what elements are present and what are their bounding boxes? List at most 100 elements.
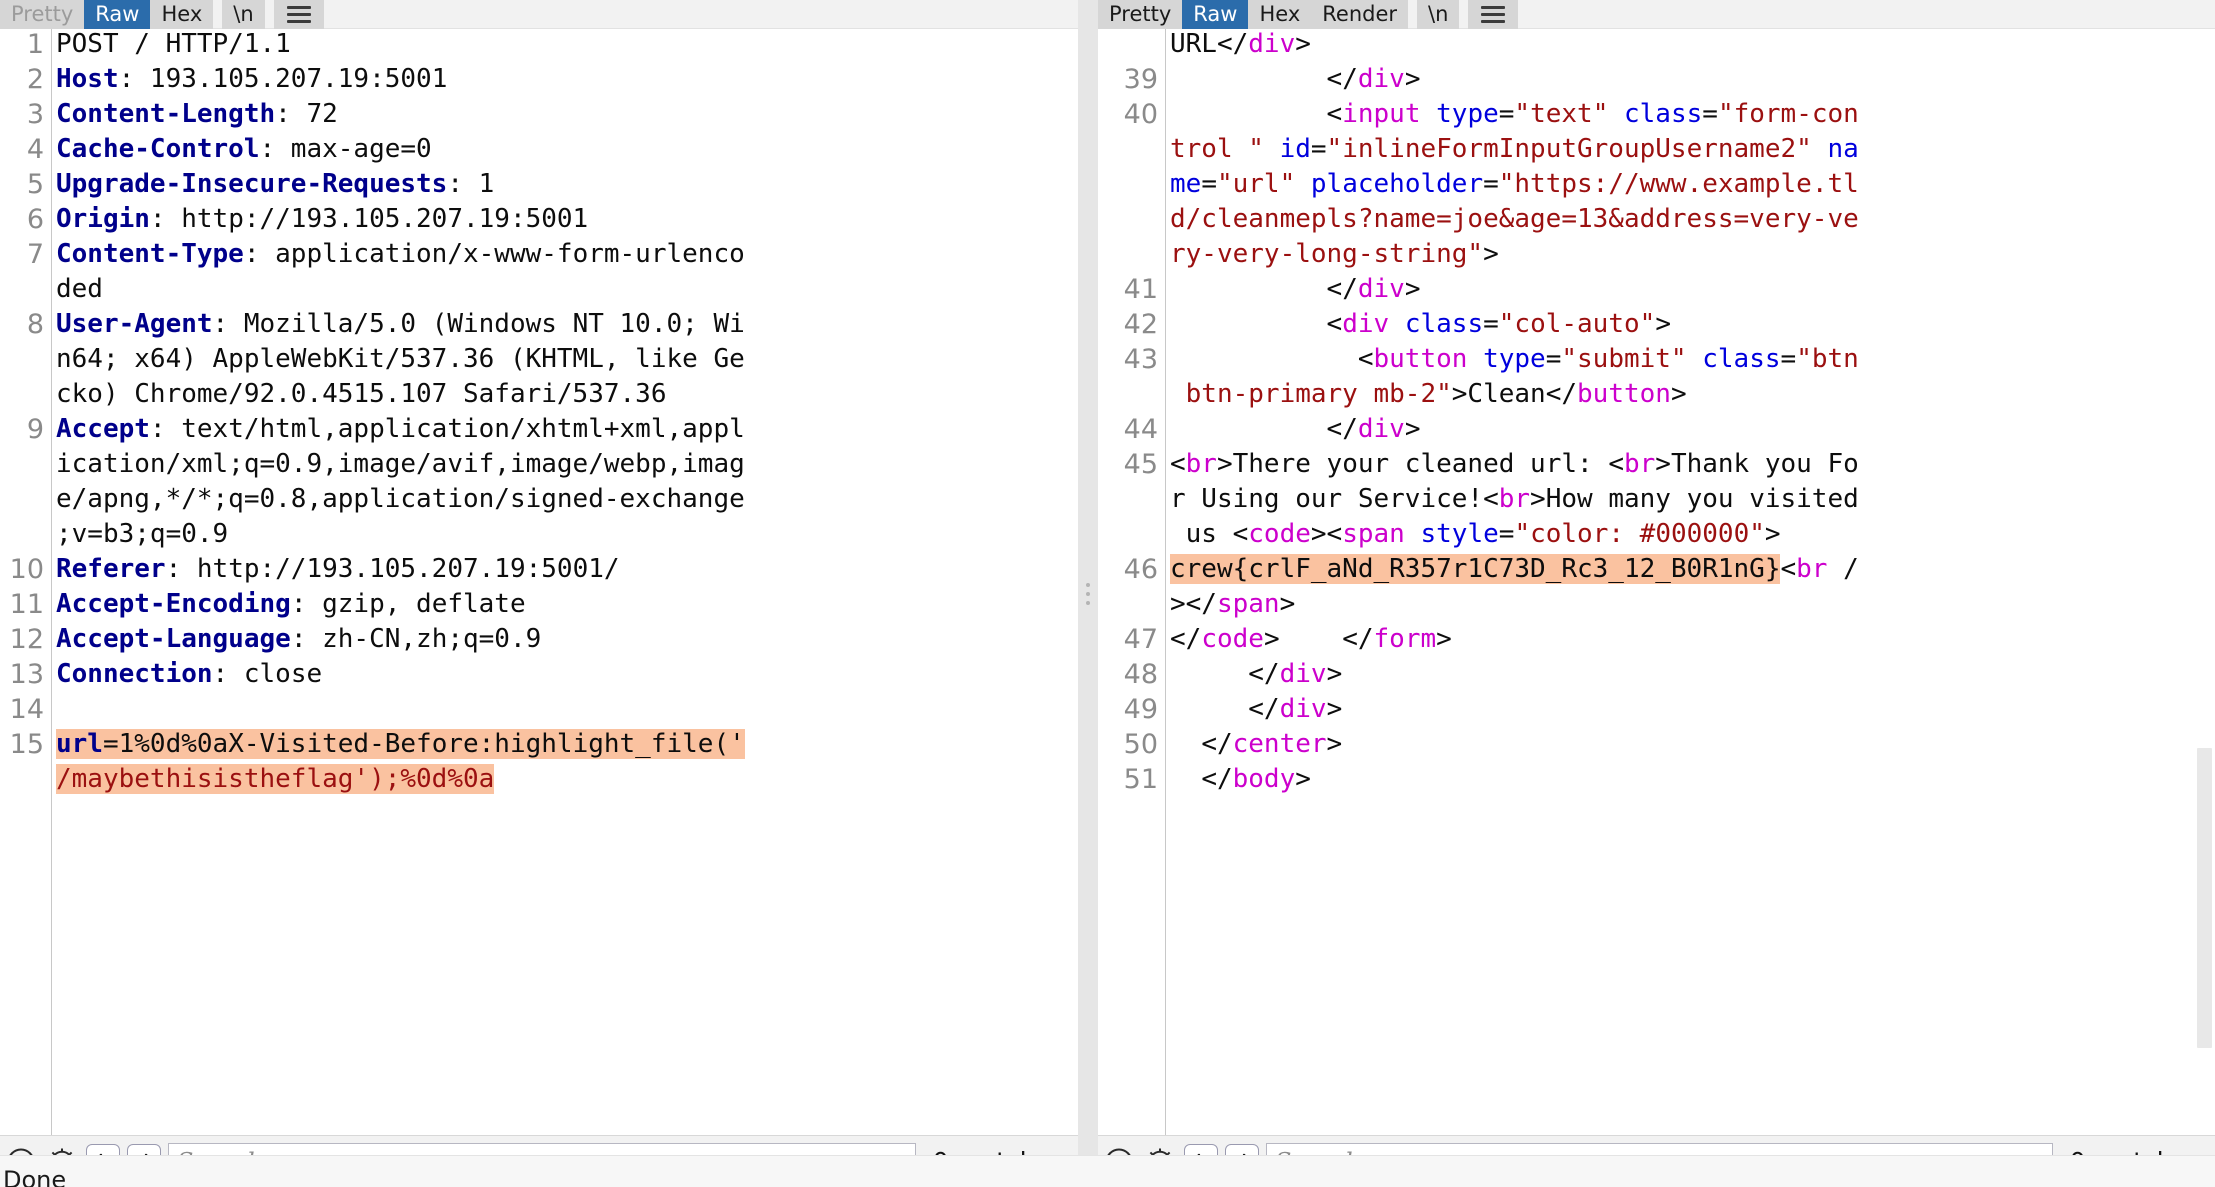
line-number: 3 — [26, 99, 44, 130]
hamburger-icon — [286, 6, 311, 23]
line-number: 50 — [1123, 729, 1158, 760]
line-number: 41 — [1123, 274, 1158, 305]
code-line: d/cleanmepls?name=joe&age=13&address=ver… — [1170, 204, 1859, 234]
line-number: 4 — [26, 134, 44, 165]
code-line: Host: 193.105.207.19:5001 — [56, 64, 448, 94]
code-line: URL</div> — [1170, 29, 1311, 59]
status-text: Done — [3, 1166, 67, 1187]
tab-request-raw[interactable]: Raw — [84, 0, 151, 29]
code-line: Origin: http://193.105.207.19:5001 — [56, 204, 589, 234]
response-menu-tabgroup — [1468, 0, 1519, 29]
code-line: </body> — [1201, 764, 1311, 794]
code-line: crew{crlF_aNd_R357r1C73D_Rc3_12_B0R1nG}<… — [1170, 554, 1859, 584]
code-line: Accept-Language: zh-CN,zh;q=0.9 — [56, 624, 542, 654]
response-view-tabgroup: Pretty Raw Hex Render — [1098, 0, 1409, 29]
line-number: 13 — [9, 659, 44, 690]
burp-message-editor: Pretty Raw Hex \n 1 2 3 4 5 6 7 8 9 10 11 12 13 14 15 … — [0, 0, 2215, 1187]
code-line: </div> — [1248, 694, 1343, 724]
code-line: <br>There your cleaned url: <br>Thank yo… — [1170, 449, 1859, 479]
code-line: ry-very-long-string"> — [1170, 239, 1499, 269]
code-line: Cache-Control: max-age=0 — [56, 134, 432, 164]
divider-grip-icon — [1086, 582, 1090, 605]
tab-response-pretty[interactable]: Pretty — [1098, 0, 1183, 29]
line-number: 7 — [26, 239, 44, 270]
line-number: 15 — [9, 729, 44, 760]
code-line: Content-Length: 72 — [56, 99, 338, 129]
code-line: <button type="submit" class="btn — [1357, 344, 1859, 374]
code-line: us <code><span style="color: #000000"> — [1170, 519, 1781, 549]
code-line: <input type="text" class="form-con — [1326, 99, 1859, 129]
request-code-area[interactable]: POST / HTTP/1.1 Host: 193.105.207.19:5001… — [52, 29, 1078, 1135]
line-number: 42 — [1123, 309, 1158, 340]
code-line: ;v=b3;q=0.9 — [56, 519, 229, 549]
response-code-area[interactable]: URL</div> </div> <input type="text" clas… — [1166, 29, 2215, 1135]
scrollbar-thumb[interactable] — [2197, 748, 2212, 1048]
response-editor[interactable]: 39 40 41 42 43 44 45 46 47 48 49 50 51 URL</div> </d… — [1098, 29, 2215, 1135]
code-line: </center> — [1201, 729, 1343, 759]
code-line: </div> — [1326, 414, 1421, 444]
tab-response-render[interactable]: Render — [1311, 0, 1409, 29]
line-number: 49 — [1123, 694, 1158, 725]
request-tabbar: Pretty Raw Hex \n — [0, 0, 1078, 29]
line-number: 11 — [9, 589, 44, 620]
line-number: 8 — [26, 309, 44, 340]
request-editor[interactable]: 1 2 3 4 5 6 7 8 9 10 11 12 13 14 15 POST / HTTP/1.1 Hos… — [0, 29, 1078, 1135]
line-number: 51 — [1123, 764, 1158, 795]
line-number: 43 — [1123, 344, 1158, 375]
code-line: r Using our Service!<br>How many you vis… — [1170, 484, 1859, 514]
line-number: 9 — [26, 414, 44, 445]
code-line: POST / HTTP/1.1 — [56, 29, 291, 59]
line-number: 14 — [9, 694, 44, 725]
code-line: n64; x64) AppleWebKit/537.36 (KHTML, lik… — [56, 344, 745, 374]
response-menu-button[interactable] — [1468, 0, 1519, 29]
line-number: 2 — [26, 64, 44, 95]
code-line: Referer: http://193.105.207.19:5001/ — [56, 554, 620, 584]
code-line: ></span> — [1170, 589, 1296, 619]
response-line-gutter: 39 40 41 42 43 44 45 46 47 48 49 50 51 — [1098, 29, 1166, 1135]
code-line: Upgrade-Insecure-Requests: 1 — [56, 169, 495, 199]
code-line: Accept-Encoding: gzip, deflate — [56, 589, 526, 619]
tab-response-raw[interactable]: Raw — [1182, 0, 1249, 29]
code-line: </div> — [1326, 274, 1421, 304]
line-number: 6 — [26, 204, 44, 235]
code-line: User-Agent: Mozilla/5.0 (Windows NT 10.0… — [56, 309, 745, 339]
line-number: 48 — [1123, 659, 1158, 690]
line-number: 40 — [1123, 99, 1158, 130]
response-newline-tabgroup: \n — [1417, 0, 1460, 29]
response-tabbar: Pretty Raw Hex Render \n — [1098, 0, 2215, 29]
code-line: </code> </form> — [1170, 624, 1452, 654]
code-line: </div> — [1326, 64, 1421, 94]
tab-request-newline[interactable]: \n — [222, 0, 265, 29]
line-number: 44 — [1123, 414, 1158, 445]
tab-response-newline[interactable]: \n — [1417, 0, 1460, 29]
tab-request-hex[interactable]: Hex — [150, 0, 214, 29]
request-line-gutter: 1 2 3 4 5 6 7 8 9 10 11 12 13 14 15 — [0, 29, 52, 1135]
code-line: Accept: text/html,application/xhtml+xml,… — [56, 414, 745, 444]
status-bar: Done — [0, 1155, 2215, 1187]
code-line: <div class="col-auto"> — [1326, 309, 1671, 339]
line-number: 39 — [1123, 64, 1158, 95]
response-vertical-scrollbar[interactable] — [2196, 58, 2213, 1135]
tab-response-hex[interactable]: Hex — [1248, 0, 1312, 29]
code-line: ded — [56, 274, 103, 304]
hamburger-icon — [1481, 6, 1506, 23]
line-number: 10 — [9, 554, 44, 585]
line-number: 5 — [26, 169, 44, 200]
line-number: 12 — [9, 624, 44, 655]
request-menu-button[interactable] — [273, 0, 324, 29]
code-line: e/apng,*/*;q=0.8,application/signed-exch… — [56, 484, 745, 514]
code-line: Connection: close — [56, 659, 323, 689]
code-line: ication/xml;q=0.9,image/avif,image/webp,… — [56, 449, 745, 479]
code-line: /maybethisistheflag');%0d%0a — [56, 764, 495, 794]
line-number: 47 — [1123, 624, 1158, 655]
tab-request-pretty[interactable]: Pretty — [0, 0, 85, 29]
response-panel: Pretty Raw Hex Render \n 39 40 41 42 43 44 45 4… — [1098, 0, 2215, 1187]
panel-divider[interactable] — [1078, 0, 1098, 1187]
code-line: </div> — [1248, 659, 1343, 689]
code-line: trol " id="inlineFormInputGroupUsername2… — [1170, 134, 1859, 164]
line-number: 46 — [1123, 554, 1158, 585]
line-number: 1 — [26, 29, 44, 60]
request-menu-tabgroup — [273, 0, 324, 29]
code-line: Content-Type: application/x-www-form-url… — [56, 239, 745, 269]
code-line: btn-primary mb-2">Clean</button> — [1170, 379, 1687, 409]
